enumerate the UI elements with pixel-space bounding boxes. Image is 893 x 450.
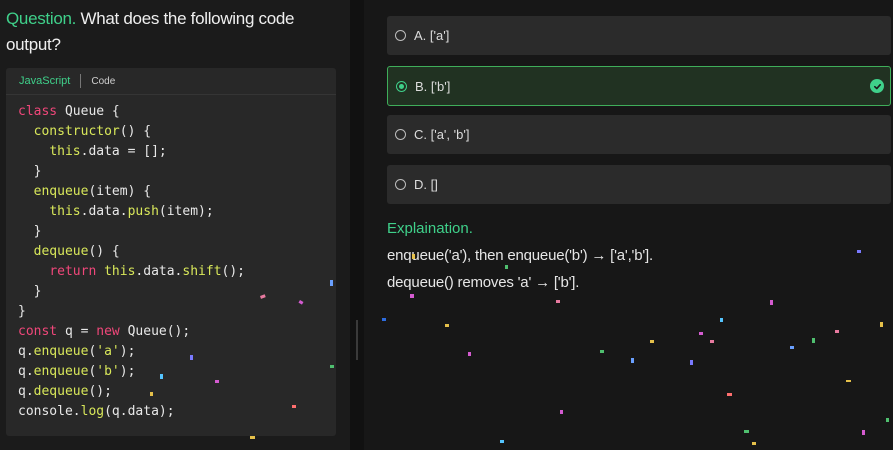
option-c[interactable]: C. ['a', 'b'] — [387, 115, 891, 154]
code-tabs: JavaScript Code — [6, 68, 336, 95]
question-label: Question. — [6, 9, 77, 28]
radio-icon[interactable] — [395, 179, 406, 190]
tab-javascript[interactable]: JavaScript — [6, 74, 82, 88]
question-pane: Question. What does the following code o… — [0, 0, 350, 450]
option-b[interactable]: B. ['b'] — [387, 66, 891, 106]
code-content: class Queue { constructor() { this.data … — [18, 104, 246, 419]
radio-icon[interactable] — [395, 129, 406, 140]
explanation-line-2: dequeue() removes 'a' → ['b']. — [387, 274, 580, 291]
divider-handle[interactable] — [356, 320, 358, 360]
option-a-label: A. ['a'] — [414, 28, 450, 43]
tab-code[interactable]: Code — [81, 76, 115, 87]
option-c-label: C. ['a', 'b'] — [414, 127, 470, 142]
question-text: Question. What does the following code o… — [6, 6, 336, 58]
option-d[interactable]: D. [] — [387, 165, 891, 204]
radio-icon[interactable] — [395, 30, 406, 41]
code-block: JavaScript Code class Queue { constructo… — [6, 68, 336, 436]
option-d-label: D. [] — [414, 177, 438, 192]
check-icon — [870, 79, 884, 93]
option-b-label: B. ['b'] — [415, 78, 451, 94]
pane-divider[interactable] — [350, 0, 364, 450]
explanation-line-1: enqueue('a'), then enqueue('b') → ['a','… — [387, 247, 653, 264]
explanation-title: Explaination. — [387, 220, 473, 237]
radio-selected-icon[interactable] — [396, 80, 407, 92]
option-a[interactable]: A. ['a'] — [387, 16, 891, 55]
